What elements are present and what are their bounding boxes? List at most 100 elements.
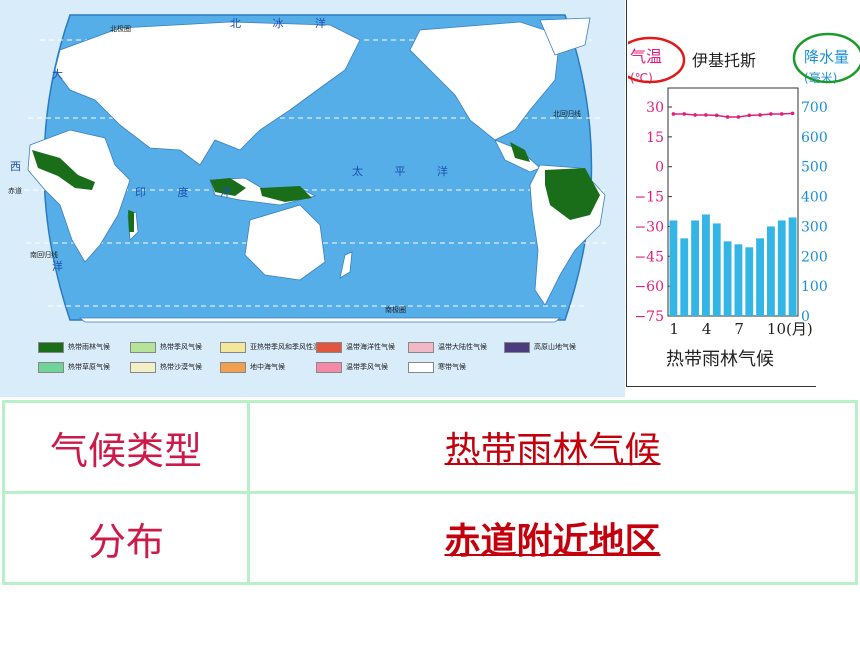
legend-swatch [38, 341, 64, 353]
table-row: 气候类型 热带雨林气候 [2, 400, 858, 494]
antarctic-circle-label: 南极圈 [385, 305, 406, 314]
temp-point [747, 113, 752, 118]
temp-line [671, 111, 795, 119]
month-tick-label: 4 [702, 320, 712, 338]
atlantic-ocean-label-3: 洋 [52, 259, 77, 273]
temp-axis-title: 气温 [630, 47, 662, 66]
legend-item: 热带草原气候 [38, 360, 110, 374]
precip-bar [777, 220, 786, 316]
map-legend: 热带雨林气候 热带季风气候 亚热带季风和季风性湿润气候 温带海洋性气候 温带大陆性气候高… [38, 338, 623, 388]
temp-point [736, 115, 741, 119]
precip-bar [788, 217, 797, 316]
tropic-cancer-label: 北回归线 [553, 109, 581, 118]
temp-tick-label: 15 [646, 130, 664, 146]
climate-type-value: 热带雨林气候 [247, 400, 858, 494]
indian-ocean-label: 印 度 洋 [135, 185, 245, 199]
legend-label: 热带沙漠气候 [160, 363, 202, 371]
legend-label: 热带雨林气候 [68, 343, 110, 351]
tropic-capricorn-label: 南回归线 [30, 250, 58, 259]
legend-item: 温带大陆性气候 [408, 340, 487, 354]
precip-bar [767, 226, 775, 316]
precip-axis-title: 降水量 [804, 48, 849, 66]
legend-item: 地中海气候 [220, 360, 285, 374]
temp-tick-label: −45 [634, 249, 664, 265]
temp-point [790, 111, 795, 116]
month-tick-label: 7 [734, 320, 744, 338]
legend-label: 温带海洋性气候 [346, 343, 395, 351]
precip-bar [723, 241, 732, 316]
distribution-value: 赤道附近地区 [247, 491, 858, 585]
legend-item: 温带季风气候 [316, 360, 388, 374]
temp-tick-label: −60 [634, 279, 664, 295]
temp-point [693, 113, 697, 117]
legend-item: 寒带气候 [408, 360, 466, 374]
precip-bar [691, 220, 699, 316]
precip-tick-label: 500 [801, 160, 828, 176]
distribution-label: 分布 [2, 491, 250, 585]
legend-label: 热带草原气候 [68, 363, 110, 371]
legend-item: 热带雨林气候 [38, 340, 110, 354]
atlantic-ocean-label-1: 大 [52, 67, 77, 81]
precip-bar [745, 247, 754, 316]
precip-bar [756, 238, 764, 316]
world-map-graphic: 北极圈 北 冰 洋 北回归线 赤道 南回归线 南极圈 印 度 洋 太 平 洋 大… [8, 14, 608, 323]
legend-label: 温带季风气候 [346, 363, 388, 371]
world-climate-map: 北极圈 北 冰 洋 北回归线 赤道 南回归线 南极圈 印 度 洋 太 平 洋 大… [0, 0, 625, 397]
precip-tick-label: 300 [801, 219, 828, 235]
legend-swatch [130, 361, 156, 373]
station-name: 伊基托斯 [692, 51, 756, 70]
temp-tick-label: −30 [634, 219, 664, 235]
climate-chart-panel: 气温 (℃) 伊基托斯 降水量 (毫米) 30 15 0 −15 −30 −45 −60 −7… [628, 0, 860, 388]
temp-point [671, 112, 676, 116]
climate-info-table: 气候类型 热带雨林气候 分布 赤道附近地区 [2, 400, 858, 585]
temp-point [704, 113, 708, 117]
climate-chart: 气温 (℃) 伊基托斯 降水量 (毫米) 30150−15−30−45−60−7… [628, 32, 860, 370]
legend-item: 高原山地气候 [504, 340, 576, 354]
legend-item: 温带海洋性气候 [316, 340, 395, 354]
arctic-circle-label: 北极圈 [110, 24, 131, 33]
legend-swatch [504, 341, 530, 353]
legend-swatch [408, 361, 434, 373]
temp-line-path [673, 112, 793, 118]
legend-swatch [408, 341, 434, 353]
temp-point [714, 113, 719, 118]
equator-label: 赤道 [8, 186, 22, 195]
legend-label: 寒带气候 [438, 363, 466, 371]
legend-swatch [130, 341, 156, 353]
temp-point [725, 115, 730, 119]
chart-bottom-border [626, 386, 816, 387]
precip-tick-label: 600 [801, 130, 828, 146]
legend-swatch [38, 361, 64, 373]
table-row: 分布 赤道附近地区 [2, 491, 858, 585]
precip-bar [702, 214, 710, 316]
precip-bar [712, 223, 721, 316]
legend-label: 热带季风气候 [160, 343, 202, 351]
temp-tick-label: 0 [655, 160, 664, 176]
precip-bar [669, 220, 678, 316]
legend-label: 温带大陆性气候 [438, 343, 487, 351]
atlantic-ocean-label-2: 西 [10, 160, 35, 173]
arctic-ocean-label: 北 冰 洋 [230, 16, 340, 30]
legend-item: 热带季风气候 [130, 340, 202, 354]
precip-tick-label: 100 [801, 279, 828, 295]
precip-tick-label: 700 [801, 100, 828, 116]
pacific-ocean-label: 太 平 洋 [352, 164, 462, 178]
precip-tick-label: 200 [801, 249, 828, 265]
temp-point [682, 112, 687, 116]
legend-item: 热带沙漠气候 [130, 360, 202, 374]
legend-swatch [220, 361, 246, 373]
climate-type-label: 气候类型 [2, 400, 250, 494]
panel-divider [626, 0, 627, 387]
temp-point [758, 113, 762, 117]
temp-point [769, 112, 773, 116]
legend-swatch [316, 361, 342, 373]
month-tick-label: 10(月) [767, 320, 813, 338]
precip-bar [734, 244, 743, 316]
precip-tick-label: 400 [801, 190, 828, 206]
legend-label: 高原山地气候 [534, 343, 576, 351]
precip-bar [680, 238, 689, 316]
temp-point [779, 112, 784, 116]
legend-label: 地中海气候 [250, 363, 285, 371]
legend-swatch [316, 341, 342, 353]
temp-tick-label: −75 [634, 309, 664, 325]
